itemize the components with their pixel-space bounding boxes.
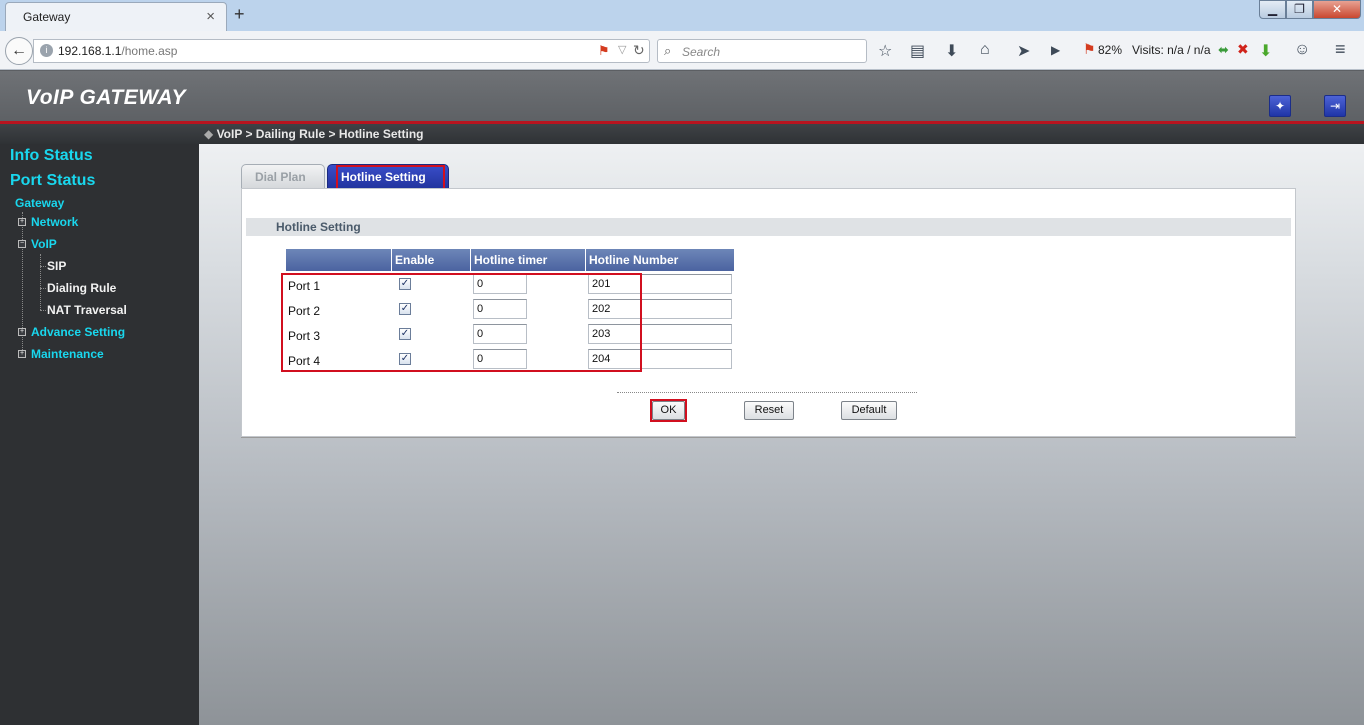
maximize-window-button[interactable]: ❐ (1286, 0, 1313, 19)
browser-tab-title: Gateway (23, 10, 71, 24)
sidebar-voip[interactable]: VoIP (31, 237, 57, 251)
sidebar-nat-traversal[interactable]: NAT Traversal (47, 303, 127, 317)
hotline-panel: Hotline Setting Enable Hotline timer Hot… (241, 188, 1296, 437)
column-header-hotline-timer: Hotline timer (471, 249, 586, 271)
close-window-button[interactable]: ✕ (1313, 0, 1361, 19)
send-icon[interactable]: ➤ (1017, 41, 1030, 61)
smiley-icon[interactable]: ☺ (1294, 41, 1310, 59)
sidebar-port-status[interactable]: Port Status (10, 172, 95, 190)
ok-highlight-box (650, 399, 687, 422)
close-tab-icon[interactable]: × (206, 8, 215, 25)
expand-maintenance-icon[interactable]: + (18, 350, 26, 358)
browser-tab[interactable]: Gateway × (5, 2, 227, 31)
app-header: VoIP GATEWAY ✦ ⇥ (0, 71, 1364, 121)
breadcrumb-bar: ◆ VoIP > Dailing Rule > Hotline Setting (0, 124, 1364, 144)
visits-text: Visits: n/a / n/a (1132, 43, 1211, 57)
default-button[interactable]: Default (841, 401, 897, 420)
history-dropdown-icon[interactable]: ▽ (618, 43, 626, 56)
main-content: Dial Plan Hotline Setting Hotline Settin… (199, 144, 1364, 725)
addon-download-icon[interactable]: ⬇ (1259, 41, 1272, 61)
youtube-icon[interactable]: ▶ (1051, 43, 1060, 57)
url-path: /home.asp (121, 44, 178, 58)
home-icon[interactable]: ⌂ (980, 41, 990, 59)
expand-advance-setting-icon[interactable]: + (18, 328, 26, 336)
sidebar-advance-setting[interactable]: Advance Setting (31, 325, 125, 339)
reading-list-icon[interactable]: ▤ (910, 41, 925, 61)
bookmark-star-icon[interactable]: ☆ (878, 41, 892, 61)
addon-cross-icon[interactable]: ✖ (1237, 41, 1249, 58)
browser-tab-strip: Gateway × + ▁ ❐ ✕ (0, 0, 1364, 31)
sidebar-gateway[interactable]: Gateway (15, 196, 64, 210)
button-divider (617, 392, 917, 393)
menu-icon[interactable]: ≡ (1335, 39, 1346, 60)
logout-icon[interactable]: ⇥ (1324, 95, 1346, 117)
address-bar[interactable]: i 192.168.1.1/home.asp ⚑ ▽ ↻ (33, 39, 650, 63)
site-info-icon[interactable]: i (40, 44, 53, 57)
search-placeholder: Search (682, 45, 721, 59)
sidebar-info-status[interactable]: Info Status (10, 147, 93, 165)
expand-network-icon[interactable]: + (18, 218, 26, 226)
column-header-port (286, 249, 392, 271)
breadcrumb: ◆ VoIP > Dailing Rule > Hotline Setting (204, 127, 423, 141)
breadcrumb-text: VoIP > Dailing Rule > Hotline Setting (216, 127, 424, 141)
sidebar-sip[interactable]: SIP (47, 259, 66, 273)
tree-line (40, 254, 41, 310)
flag-red-icon[interactable]: ⚑ (1083, 41, 1096, 58)
section-title: Hotline Setting (276, 220, 361, 234)
wizard-icon[interactable]: ✦ (1269, 95, 1291, 117)
tab-dial-plan[interactable]: Dial Plan (241, 164, 325, 188)
tab-highlight-box (336, 165, 445, 190)
column-header-hotline-number: Hotline Number (586, 249, 734, 271)
app-title: VoIP GATEWAY (26, 86, 187, 109)
percent-text: 82% (1098, 43, 1123, 57)
tree-line (40, 288, 46, 289)
url-text: 192.168.1.1/home.asp (58, 44, 177, 58)
section-header: Hotline Setting (246, 218, 1291, 236)
reload-icon[interactable]: ↻ (633, 42, 645, 59)
minimize-window-button[interactable]: ▁ (1259, 0, 1286, 19)
rows-highlight-box (281, 273, 642, 372)
search-box[interactable]: ⌕ Search (657, 39, 867, 63)
collapse-voip-icon[interactable]: − (18, 240, 26, 248)
sidebar-dialing-rule[interactable]: Dialing Rule (47, 281, 116, 295)
sidebar-maintenance[interactable]: Maintenance (31, 347, 104, 361)
download-icon[interactable]: ⬇ (945, 41, 958, 61)
url-host: 192.168.1.1 (58, 44, 122, 58)
search-icon: ⌕ (664, 43, 672, 58)
column-header-enable: Enable (392, 249, 471, 271)
tree-line (40, 266, 46, 267)
tree-line (40, 310, 46, 311)
browser-navbar: ← i 192.168.1.1/home.asp ⚑ ▽ ↻ ⌕ Search … (0, 31, 1364, 70)
back-button[interactable]: ← (5, 37, 33, 65)
flag-icon[interactable]: ⚑ (598, 43, 610, 59)
breadcrumb-diamond-icon: ◆ (204, 127, 217, 141)
reset-button[interactable]: Reset (744, 401, 794, 420)
sidebar-network[interactable]: Network (31, 215, 78, 229)
new-tab-icon[interactable]: + (234, 4, 245, 25)
addon-green-icon[interactable]: ⬌ (1218, 42, 1229, 58)
sidebar: Info Status Port Status Gateway + Networ… (0, 144, 199, 725)
